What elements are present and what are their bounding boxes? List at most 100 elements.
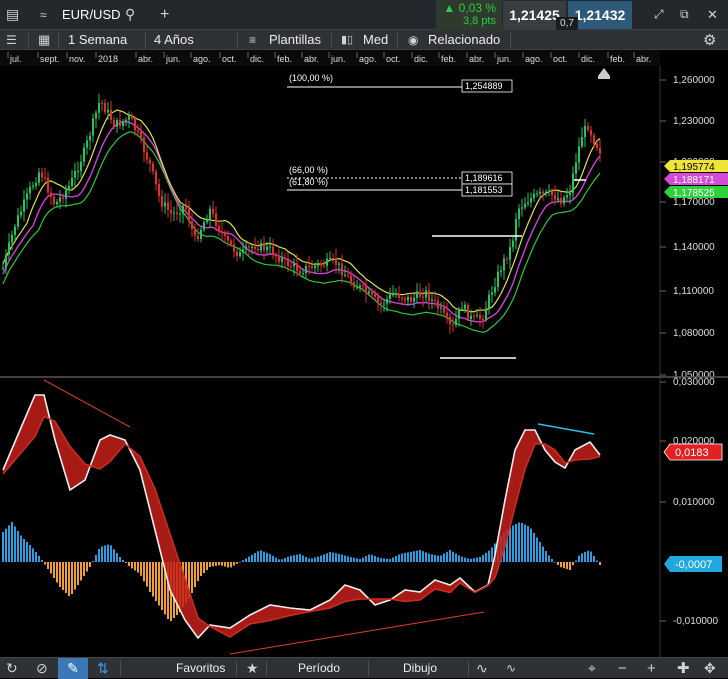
candle-body xyxy=(155,171,157,185)
histogram-bar xyxy=(545,551,547,562)
drawing-button[interactable]: Dibujo xyxy=(403,658,437,678)
expand-icon[interactable]: ⤢ xyxy=(654,0,664,29)
indicator-icon[interactable]: ∿ xyxy=(476,658,488,678)
histogram-bar xyxy=(581,553,583,562)
templates-icon[interactable]: ≡ xyxy=(249,30,256,49)
add-icon[interactable]: + xyxy=(160,0,169,29)
close-icon[interactable]: ✕ xyxy=(707,0,718,29)
histogram-bar xyxy=(278,559,280,562)
candle-body xyxy=(446,312,448,317)
chart-type-icon[interactable]: ▤ xyxy=(6,0,19,29)
macd-hist-value: -0,0007 xyxy=(675,559,712,571)
candle-body xyxy=(560,198,562,204)
histogram-bar xyxy=(275,557,277,562)
candle-body xyxy=(158,184,160,196)
divider xyxy=(397,33,398,47)
hide-icon[interactable]: ⊘ xyxy=(36,658,48,678)
histogram-bar xyxy=(401,553,403,562)
histogram-bar xyxy=(416,550,418,562)
settings-icon[interactable]: ⚙ xyxy=(703,30,716,49)
price-axis-label: 1,140000 xyxy=(673,242,715,253)
histogram-bar xyxy=(116,553,118,562)
crosshair-toggle-icon[interactable]: ✚ xyxy=(677,658,690,678)
symbol-name[interactable]: EUR/USD xyxy=(62,0,121,29)
period-selector[interactable]: 1 Semana xyxy=(68,30,127,49)
histogram-bar xyxy=(161,562,163,610)
candle-body xyxy=(548,190,550,192)
pencil-icon[interactable]: ✎ xyxy=(58,658,88,679)
scroll-end-icon-base xyxy=(598,76,610,79)
divergence-line-3[interactable] xyxy=(537,423,595,435)
candle-body xyxy=(188,209,190,222)
candle-body xyxy=(596,144,598,148)
zoom-out-icon[interactable]: − xyxy=(618,658,627,678)
price-type-selector[interactable]: Med xyxy=(363,30,388,49)
histogram-bar xyxy=(242,560,244,562)
candle-body xyxy=(500,270,502,272)
candle-body xyxy=(56,201,58,205)
candle-body xyxy=(410,296,412,302)
histogram-bar xyxy=(131,562,133,569)
candle-body xyxy=(368,291,370,294)
histogram-bar xyxy=(542,546,544,562)
candle-body xyxy=(77,171,79,173)
zoom-in-icon[interactable]: + xyxy=(647,658,656,678)
candle-body xyxy=(275,255,277,257)
histogram-bar xyxy=(539,542,541,562)
price-chart-svg[interactable]: jul. sept. nov. 2018 abr. jun. ago. oct. dic. feb… xyxy=(0,50,728,657)
range-selector[interactable]: 4 Años xyxy=(154,30,194,49)
sort-icon[interactable]: ⇅ xyxy=(97,658,109,678)
histogram-bar xyxy=(98,549,100,562)
ma-magenta-line xyxy=(2,121,601,323)
price-axis-label: 1,080000 xyxy=(673,328,715,339)
price-axis-label: 1,260000 xyxy=(673,75,715,86)
candle-body xyxy=(62,197,64,199)
histogram-bar xyxy=(524,524,526,562)
histogram-bar xyxy=(95,555,97,562)
candle-body xyxy=(461,308,463,310)
move-icon[interactable]: ✥ xyxy=(704,658,716,678)
macd-axis-label: -0,010000 xyxy=(673,616,718,627)
period-button[interactable]: Período xyxy=(298,658,340,678)
crosshair-icon[interactable]: ⌖ xyxy=(588,658,596,678)
histogram-bar xyxy=(218,562,220,566)
candle-body xyxy=(254,246,256,249)
search-icon[interactable]: ⚲ xyxy=(125,0,135,29)
star-icon[interactable]: ★ xyxy=(246,658,259,678)
candle-body xyxy=(119,119,121,126)
popout-icon[interactable]: ⧉ xyxy=(680,0,689,29)
refresh-icon[interactable]: ↻ xyxy=(6,658,18,678)
scroll-end-icon[interactable] xyxy=(598,68,610,76)
histogram-bar xyxy=(38,555,40,562)
chart-area[interactable]: jul. sept. nov. 2018 abr. jun. ago. oct. dic. feb… xyxy=(0,50,728,657)
studies-icon[interactable]: ∿ xyxy=(506,658,516,678)
related-button[interactable]: Relacionado xyxy=(428,30,500,49)
histogram-bar xyxy=(362,557,364,562)
related-icon[interactable]: ◉ xyxy=(408,30,418,49)
macd-signal-value: 0,0183 xyxy=(675,447,709,459)
candle-body xyxy=(365,285,367,294)
candle-body xyxy=(197,235,199,239)
candle-body xyxy=(593,135,595,145)
favorites-button[interactable]: Favoritos xyxy=(176,658,225,678)
fib-66-label: (66,00 %) xyxy=(289,165,328,175)
divider xyxy=(510,33,511,47)
candle-body xyxy=(11,234,13,243)
candle-body xyxy=(308,265,310,267)
menu-icon[interactable]: ☰ xyxy=(6,30,17,49)
histogram-bar xyxy=(92,561,94,562)
histogram-bar xyxy=(488,550,490,562)
grid-layout-icon[interactable]: ▦ xyxy=(38,30,50,49)
fib-618-value: 1,181553 xyxy=(465,185,503,195)
divergence-line-1[interactable] xyxy=(43,379,131,428)
histogram-bar xyxy=(527,526,529,562)
templates-button[interactable]: Plantillas xyxy=(269,30,321,49)
candle-body xyxy=(206,220,208,223)
candles-icon[interactable]: ▮▯ xyxy=(341,30,353,49)
spread-value: 0,7 xyxy=(556,17,578,30)
candle-body xyxy=(536,193,538,195)
time-axis-label: abr. xyxy=(469,54,484,64)
histogram-bar xyxy=(314,557,316,562)
line-chart-icon[interactable]: ≈ xyxy=(40,0,47,29)
divider xyxy=(266,661,267,676)
